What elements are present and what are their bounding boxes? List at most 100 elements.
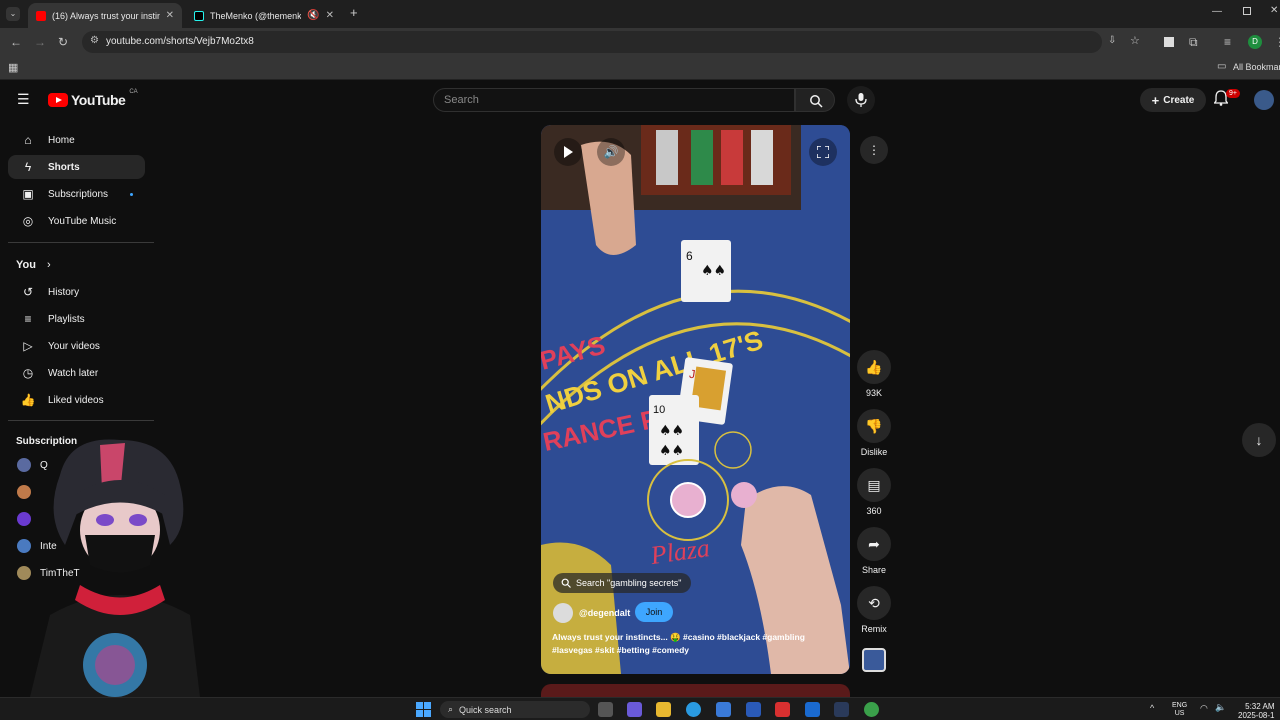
browser-tab-strip: ⌄ (16) Always trust your instincts ✕ The… bbox=[0, 0, 1280, 28]
join-button[interactable]: Join bbox=[635, 602, 673, 622]
more-options-button[interactable]: ⋮ bbox=[860, 136, 888, 164]
card-value-text: 10 bbox=[653, 404, 665, 416]
reload-icon[interactable]: ↻ bbox=[58, 34, 68, 50]
back-icon[interactable]: ← bbox=[10, 34, 22, 50]
voice-search-button[interactable] bbox=[847, 86, 875, 114]
channel-avatar bbox=[17, 458, 31, 472]
sidebar-item-playlists[interactable]: ≡ Playlists bbox=[8, 307, 145, 331]
fullscreen-button[interactable] bbox=[809, 138, 837, 166]
store-icon[interactable] bbox=[716, 702, 731, 717]
profile-avatar-icon[interactable]: D bbox=[1248, 35, 1262, 49]
wifi-icon[interactable]: ◠ bbox=[1200, 703, 1208, 714]
steam-icon[interactable] bbox=[834, 702, 849, 717]
extension-icon[interactable] bbox=[1164, 37, 1174, 47]
play-icon bbox=[564, 146, 573, 158]
channel-avatar[interactable] bbox=[553, 603, 573, 623]
channel-avatar bbox=[17, 485, 31, 499]
shorts-icon: ϟ bbox=[24, 160, 32, 174]
shield-icon[interactable] bbox=[775, 702, 790, 717]
address-bar[interactable]: ⚙ youtube.com/shorts/Vejb7Mo2tx8 ⇩ ☆ bbox=[82, 31, 1140, 53]
sidebar-item-subscriptions[interactable]: ▣ Subscriptions bbox=[8, 182, 145, 206]
copilot-icon[interactable] bbox=[627, 702, 642, 717]
next-short-preview[interactable] bbox=[541, 684, 850, 697]
notification-count-badge: 9+ bbox=[1226, 89, 1240, 98]
search-icon bbox=[561, 578, 571, 588]
vtuber-avatar-overlay bbox=[30, 439, 200, 697]
sidebar-divider bbox=[8, 420, 154, 421]
thumbs-up-icon: 👍 bbox=[20, 393, 36, 407]
windows-start-icon[interactable] bbox=[416, 702, 431, 717]
next-short-button[interactable]: ↓ bbox=[1242, 423, 1276, 457]
chrome-icon[interactable] bbox=[864, 702, 879, 717]
outlook-icon[interactable] bbox=[805, 702, 820, 717]
create-button[interactable]: + Create bbox=[1140, 88, 1206, 112]
music-icon: ◎ bbox=[22, 214, 34, 228]
search-button[interactable] bbox=[795, 88, 835, 112]
like-action[interactable]: 👍 93K bbox=[856, 350, 892, 398]
forward-icon[interactable]: → bbox=[34, 34, 46, 50]
file-explorer-icon[interactable] bbox=[656, 702, 671, 717]
tab-youtube-short[interactable]: (16) Always trust your instincts ✕ bbox=[28, 3, 182, 28]
bookmark-star-icon[interactable]: ☆ bbox=[1130, 34, 1140, 47]
sidebar-item-history[interactable]: ↺ History bbox=[8, 280, 145, 304]
system-clock[interactable]: 5:32 AM 2025-08-1 bbox=[1238, 702, 1274, 720]
tab-tiktok[interactable]: TheMenko (@themenkoslo 🔇 ✕ bbox=[186, 3, 342, 28]
new-tab-button[interactable]: + bbox=[350, 5, 358, 20]
task-view-icon[interactable] bbox=[598, 702, 613, 717]
play-button[interactable] bbox=[554, 138, 582, 166]
all-bookmarks-link[interactable]: All Bookmarks bbox=[1233, 62, 1280, 72]
volume-button[interactable]: 🔊 bbox=[597, 138, 625, 166]
volume-icon[interactable]: 🔈 bbox=[1215, 702, 1226, 713]
taskbar-search[interactable]: ⌕ Quick search bbox=[440, 701, 590, 718]
related-search-chip[interactable]: Search "gambling secrets" bbox=[553, 573, 692, 593]
chrome-menu-icon[interactable]: ⋮ bbox=[1274, 34, 1280, 50]
tray-overflow-icon[interactable]: ^ bbox=[1150, 703, 1154, 713]
shorts-video-player[interactable]: PAYS NDS ON ALL 17'S RANCE PAYS 6 ♠♠ J 1… bbox=[541, 125, 850, 674]
windows-taskbar: ⌕ Quick search ^ ENG US ◠ 🔈 5:32 AM 2025… bbox=[0, 697, 1280, 720]
card-value-text: 6 bbox=[686, 249, 693, 263]
sidebar-item-shorts[interactable]: ϟ Shorts bbox=[8, 155, 145, 179]
edge-icon[interactable] bbox=[686, 702, 701, 717]
close-tab-icon[interactable]: ✕ bbox=[166, 10, 174, 21]
extensions-puzzle-icon[interactable]: ⧉ bbox=[1189, 34, 1198, 50]
svg-text:♠♠: ♠♠ bbox=[659, 443, 684, 459]
apps-grid-icon[interactable]: ▦ bbox=[8, 61, 18, 74]
you-section-heading[interactable]: You › bbox=[16, 259, 51, 271]
svg-text:♠♠: ♠♠ bbox=[659, 423, 684, 439]
video-caption: Always trust your instincts... 🤑 #casino… bbox=[552, 632, 805, 655]
channel-handle[interactable]: @degendalt bbox=[579, 608, 630, 618]
account-avatar[interactable] bbox=[1254, 90, 1274, 110]
channel-avatar bbox=[17, 539, 31, 553]
youtube-logo[interactable]: YouTube CA bbox=[48, 89, 138, 108]
clock-icon: ◷ bbox=[22, 366, 34, 380]
dislike-action[interactable]: 👎 Dislike bbox=[856, 409, 892, 457]
install-app-icon[interactable]: ⇩ bbox=[1108, 35, 1116, 46]
close-tab-icon[interactable]: ✕ bbox=[326, 10, 334, 21]
guide-menu-icon[interactable]: ☰ bbox=[17, 91, 30, 108]
sidebar-item-your-videos[interactable]: ▷ Your videos bbox=[8, 334, 145, 358]
bookmarks-bar: ▦ ▭ All Bookmarks bbox=[0, 56, 1280, 80]
sidebar-item-youtube-music[interactable]: ◎ YouTube Music bbox=[8, 209, 145, 233]
search-input[interactable]: Search bbox=[433, 88, 795, 112]
restore-window-icon[interactable] bbox=[1243, 7, 1251, 15]
sidebar-item-watch-later[interactable]: ◷ Watch later bbox=[8, 361, 145, 385]
tab-list-dropdown-icon[interactable]: ⌄ bbox=[6, 7, 20, 21]
remix-action[interactable]: ⟲ Remix bbox=[856, 586, 892, 634]
youtube-play-icon bbox=[48, 93, 68, 107]
microphone-icon bbox=[855, 93, 867, 107]
mute-tab-icon[interactable]: 🔇 bbox=[307, 10, 319, 21]
subscriptions-icon: ▣ bbox=[22, 187, 34, 201]
app-icon[interactable] bbox=[746, 702, 761, 717]
close-window-icon[interactable]: ✕ bbox=[1270, 5, 1278, 16]
arrow-down-icon: ↓ bbox=[1255, 432, 1263, 448]
media-controls-icon[interactable]: ≡ bbox=[1224, 34, 1231, 50]
share-action[interactable]: ➦ Share bbox=[856, 527, 892, 575]
minimize-window-icon[interactable]: — bbox=[1212, 6, 1222, 17]
site-info-icon[interactable]: ⚙ bbox=[90, 35, 99, 46]
sidebar-item-home[interactable]: ⌂ Home bbox=[8, 128, 145, 152]
sidebar-item-liked-videos[interactable]: 👍 Liked videos bbox=[8, 388, 145, 412]
sound-thumbnail[interactable] bbox=[862, 648, 886, 672]
comments-action[interactable]: ▤ 360 bbox=[856, 468, 892, 516]
input-language-indicator[interactable]: ENG US bbox=[1172, 702, 1187, 718]
new-content-dot bbox=[130, 192, 133, 196]
